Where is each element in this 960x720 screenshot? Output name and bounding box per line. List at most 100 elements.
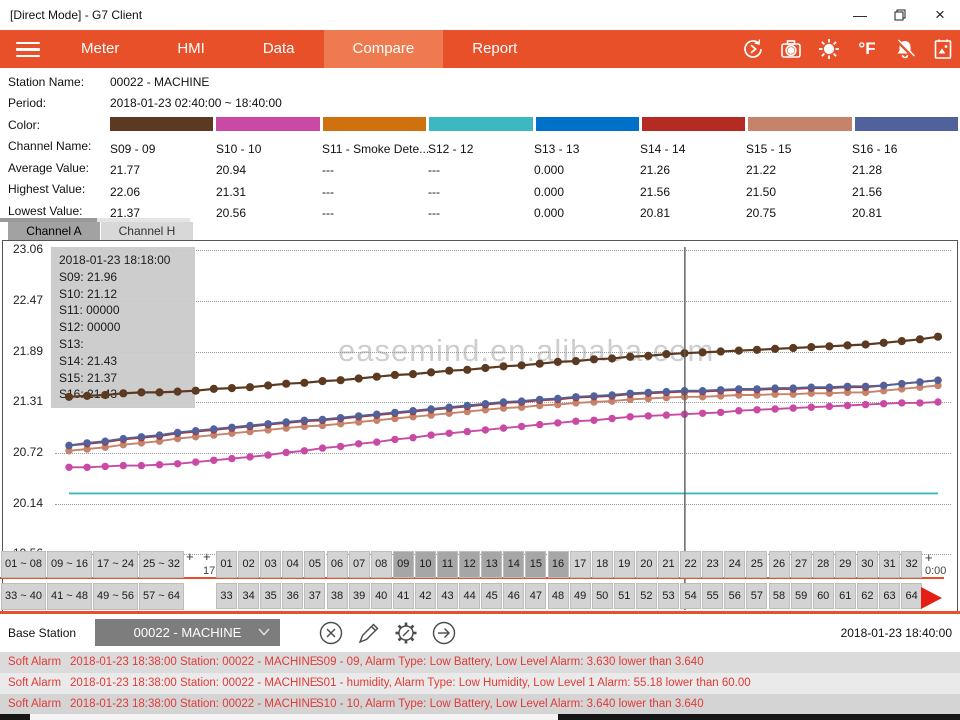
channel-cell-37[interactable]: 37: [304, 583, 325, 609]
alarm-row[interactable]: Soft Alarm2018-01-23 18:38:00Station: 00…: [0, 652, 960, 673]
base-station-dropdown[interactable]: 00022 - MACHINE: [95, 619, 280, 646]
expand-plus-button[interactable]: +: [186, 549, 194, 564]
channel-cell-34[interactable]: 34: [238, 583, 259, 609]
channel-cell-11[interactable]: 11: [437, 551, 458, 578]
channel-cell-45[interactable]: 45: [481, 583, 502, 609]
channel-cell-10[interactable]: 10: [415, 551, 436, 578]
channel-cell-05[interactable]: 05: [304, 551, 325, 578]
channel-cell-39[interactable]: 39: [349, 583, 370, 609]
maximize-button[interactable]: [880, 0, 920, 30]
channel-cell-35[interactable]: 35: [260, 583, 281, 609]
channel-range-button[interactable]: 41 ~ 48: [47, 583, 92, 610]
channel-cell-42[interactable]: 42: [415, 583, 436, 609]
channel-cell-38[interactable]: 38: [327, 583, 348, 609]
channel-range-button[interactable]: 57 ~ 64: [139, 583, 184, 610]
channel-cell-40[interactable]: 40: [371, 583, 392, 609]
edit-button[interactable]: [356, 620, 382, 646]
channel-cell-53[interactable]: 53: [658, 583, 679, 609]
alarm-row[interactable]: Soft Alarm2018-01-23 18:38:00Station: 00…: [0, 694, 960, 714]
sync-icon[interactable]: [741, 37, 765, 61]
tab-channel-h[interactable]: Channel H: [101, 222, 193, 240]
channel-range-button[interactable]: 33 ~ 40: [1, 583, 46, 610]
brightness-icon[interactable]: [817, 37, 841, 61]
channel-cell-08[interactable]: 08: [371, 551, 392, 578]
channel-cell-56[interactable]: 56: [724, 583, 745, 609]
channel-cell-63[interactable]: 63: [879, 583, 900, 609]
channel-cell-46[interactable]: 46: [503, 583, 524, 609]
channel-cell-22[interactable]: 22: [680, 551, 701, 578]
channel-cell-52[interactable]: 52: [636, 583, 657, 609]
channel-cell-55[interactable]: 55: [702, 583, 723, 609]
channel-range-button[interactable]: 49 ~ 56: [93, 583, 138, 610]
nav-item-report[interactable]: Report: [443, 30, 546, 68]
channel-cell-09[interactable]: 09: [393, 551, 414, 578]
channel-cell-27[interactable]: 27: [791, 551, 812, 578]
channel-cell-32[interactable]: 32: [901, 551, 922, 578]
channel-cell-12[interactable]: 12: [459, 551, 480, 578]
nav-item-hmi[interactable]: HMI: [148, 30, 234, 68]
channel-cell-62[interactable]: 62: [857, 583, 878, 609]
channel-cell-26[interactable]: 26: [769, 551, 790, 578]
nav-item-data[interactable]: Data: [234, 30, 324, 68]
cancel-circle-button[interactable]: [318, 620, 344, 646]
alarm-row[interactable]: Soft Alarm2018-01-23 18:38:00Station: 00…: [0, 673, 960, 694]
expand-plus-button[interactable]: +: [203, 549, 211, 564]
nav-item-meter[interactable]: Meter: [52, 30, 148, 68]
channel-cell-29[interactable]: 29: [835, 551, 856, 578]
nav-item-compare[interactable]: Compare: [324, 30, 444, 68]
channel-cell-47[interactable]: 47: [525, 583, 546, 609]
channel-cell-41[interactable]: 41: [393, 583, 414, 609]
channel-cell-43[interactable]: 43: [437, 583, 458, 609]
hamburger-menu-icon[interactable]: [16, 42, 40, 57]
channel-cell-50[interactable]: 50: [592, 583, 613, 609]
channel-cell-23[interactable]: 23: [702, 551, 723, 578]
channel-range-button[interactable]: 09 ~ 16: [47, 551, 92, 578]
channel-cell-36[interactable]: 36: [282, 583, 303, 609]
channel-cell-24[interactable]: 24: [724, 551, 745, 578]
settings-button[interactable]: [393, 620, 419, 646]
channel-cell-07[interactable]: 07: [349, 551, 370, 578]
channel-cell-44[interactable]: 44: [459, 583, 480, 609]
channel-cell-49[interactable]: 49: [570, 583, 591, 609]
channel-cell-06[interactable]: 06: [327, 551, 348, 578]
channel-cell-30[interactable]: 30: [857, 551, 878, 578]
channel-cell-16[interactable]: 16: [548, 551, 569, 578]
channel-cell-57[interactable]: 57: [746, 583, 767, 609]
snapshot-gallery-icon[interactable]: [931, 37, 955, 61]
tab-channel-a[interactable]: Channel A: [8, 222, 100, 240]
channel-cell-33[interactable]: 33: [216, 583, 237, 609]
channel-cell-02[interactable]: 02: [238, 551, 259, 578]
channel-cell-04[interactable]: 04: [282, 551, 303, 578]
channel-cell-19[interactable]: 19: [614, 551, 635, 578]
channel-cell-54[interactable]: 54: [680, 583, 701, 609]
channel-cell-01[interactable]: 01: [216, 551, 237, 578]
channel-cell-58[interactable]: 58: [769, 583, 790, 609]
fahrenheit-toggle[interactable]: °F: [855, 37, 879, 61]
channel-cell-21[interactable]: 21: [658, 551, 679, 578]
channel-cell-31[interactable]: 31: [879, 551, 900, 578]
channel-cell-28[interactable]: 28: [813, 551, 834, 578]
channel-cell-20[interactable]: 20: [636, 551, 657, 578]
channel-cell-15[interactable]: 15: [525, 551, 546, 578]
channel-range-button[interactable]: 25 ~ 32: [139, 551, 184, 578]
channel-cell-61[interactable]: 61: [835, 583, 856, 609]
channel-cell-03[interactable]: 03: [260, 551, 281, 578]
camera-icon[interactable]: [779, 37, 803, 61]
expand-plus-button[interactable]: +: [925, 550, 933, 565]
channel-cell-17[interactable]: 17: [570, 551, 591, 578]
minimize-button[interactable]: —: [840, 0, 880, 30]
alarm-mute-icon[interactable]: [893, 37, 917, 61]
close-button[interactable]: ×: [920, 0, 960, 30]
channel-cell-14[interactable]: 14: [503, 551, 524, 578]
channel-cell-59[interactable]: 59: [791, 583, 812, 609]
channel-cell-51[interactable]: 51: [614, 583, 635, 609]
advance-arrow-button[interactable]: [921, 587, 942, 609]
export-button[interactable]: [431, 620, 457, 646]
channel-range-button[interactable]: 01 ~ 08: [1, 551, 46, 578]
channel-range-button[interactable]: 17 ~ 24: [93, 551, 138, 578]
channel-cell-60[interactable]: 60: [813, 583, 834, 609]
channel-cell-18[interactable]: 18: [592, 551, 613, 578]
channel-cell-25[interactable]: 25: [746, 551, 767, 578]
channel-cell-48[interactable]: 48: [548, 583, 569, 609]
channel-cell-64[interactable]: 64: [901, 583, 922, 609]
